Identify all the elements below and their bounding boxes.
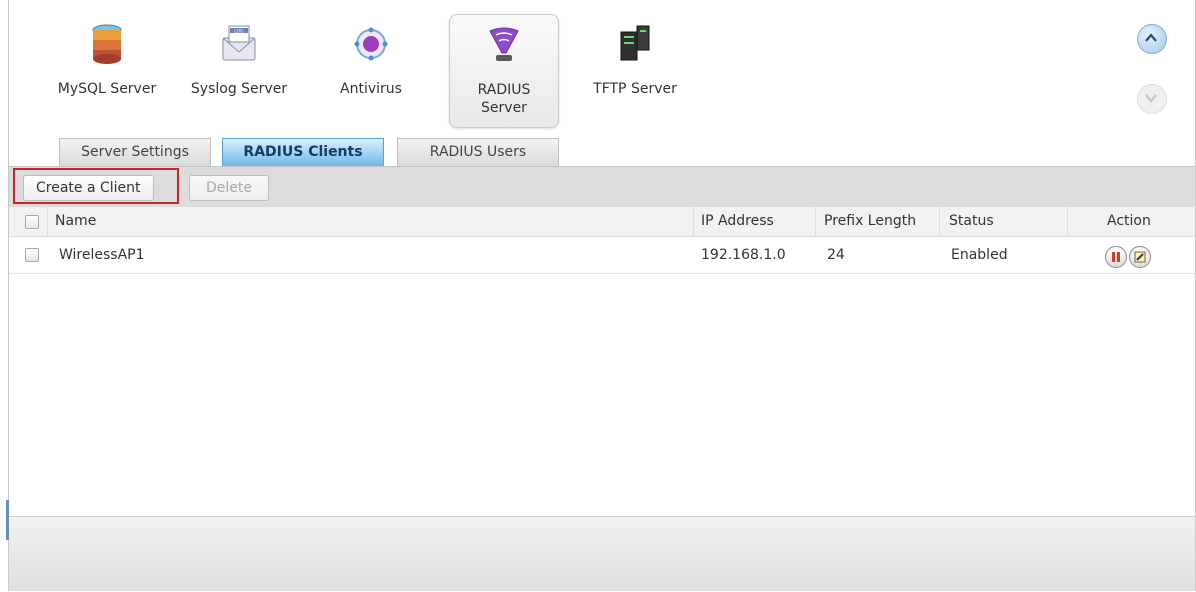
pause-icon <box>1112 252 1120 262</box>
client-name: WirelessAP1 <box>59 247 145 263</box>
app-label: Syslog Server <box>190 81 288 97</box>
column-divider <box>1067 207 1068 236</box>
edit-button[interactable] <box>1129 246 1151 268</box>
window-edge-marker <box>6 500 9 540</box>
app-antivirus[interactable]: Antivirus <box>317 14 425 126</box>
app-label: TFTP Server <box>593 81 677 97</box>
delete-button[interactable]: Delete <box>189 175 269 201</box>
column-ip-address[interactable]: IP Address <box>701 207 774 236</box>
client-status: Enabled <box>951 247 1008 263</box>
server-rack-icon <box>620 25 650 61</box>
select-all-checkbox[interactable] <box>25 215 39 229</box>
tab-server-settings[interactable]: Server Settings <box>59 138 211 166</box>
radius-antenna-icon <box>489 27 519 61</box>
tab-radius-clients[interactable]: RADIUS Clients <box>222 138 384 166</box>
column-divider <box>47 207 48 236</box>
scroll-up-button[interactable] <box>1137 24 1167 54</box>
column-status[interactable]: Status <box>949 207 994 236</box>
app-mysql-server[interactable]: MySQL Server <box>53 14 161 126</box>
footer-bar <box>9 516 1195 591</box>
log-envelope-icon: LOG <box>222 25 256 61</box>
chevron-up-icon <box>1145 33 1157 42</box>
highlight-box <box>13 168 179 204</box>
app-label: RADIUS Server <box>477 82 531 116</box>
app-radius-server[interactable]: RADIUS Server <box>449 14 559 128</box>
table-row[interactable]: WirelessAP1 192.168.1.0 24 Enabled <box>9 237 1195 274</box>
app-selector: MySQL Server LOG Syslog Server Antivirus <box>9 0 1195 130</box>
app-label: Antivirus <box>340 81 402 97</box>
client-ip-address: 192.168.1.0 <box>701 247 786 263</box>
scroll-down-button[interactable] <box>1137 84 1167 114</box>
column-prefix-length[interactable]: Prefix Length <box>824 207 916 236</box>
table-header: Name IP Address Prefix Length Status Act… <box>9 207 1195 237</box>
edit-icon <box>1134 251 1146 263</box>
column-divider <box>815 207 816 236</box>
svg-text:LOG: LOG <box>234 29 244 35</box>
tab-radius-users[interactable]: RADIUS Users <box>397 138 559 166</box>
app-label: MySQL Server <box>57 81 157 97</box>
app-tftp-server[interactable]: TFTP Server <box>581 14 689 126</box>
database-icon <box>92 24 122 64</box>
column-divider <box>939 207 940 236</box>
column-action: Action <box>1107 213 1151 229</box>
client-prefix-length: 24 <box>827 247 845 263</box>
pause-button[interactable] <box>1105 246 1127 268</box>
column-name[interactable]: Name <box>55 207 96 236</box>
column-divider <box>693 207 694 236</box>
toolbar: Create a Client Delete <box>9 166 1195 208</box>
radius-server-panel: MySQL Server LOG Syslog Server Antivirus <box>8 0 1196 591</box>
virus-icon <box>354 27 388 61</box>
row-checkbox[interactable] <box>25 248 39 262</box>
chevron-down-icon <box>1145 94 1157 103</box>
app-syslog-server[interactable]: LOG Syslog Server <box>185 14 293 126</box>
